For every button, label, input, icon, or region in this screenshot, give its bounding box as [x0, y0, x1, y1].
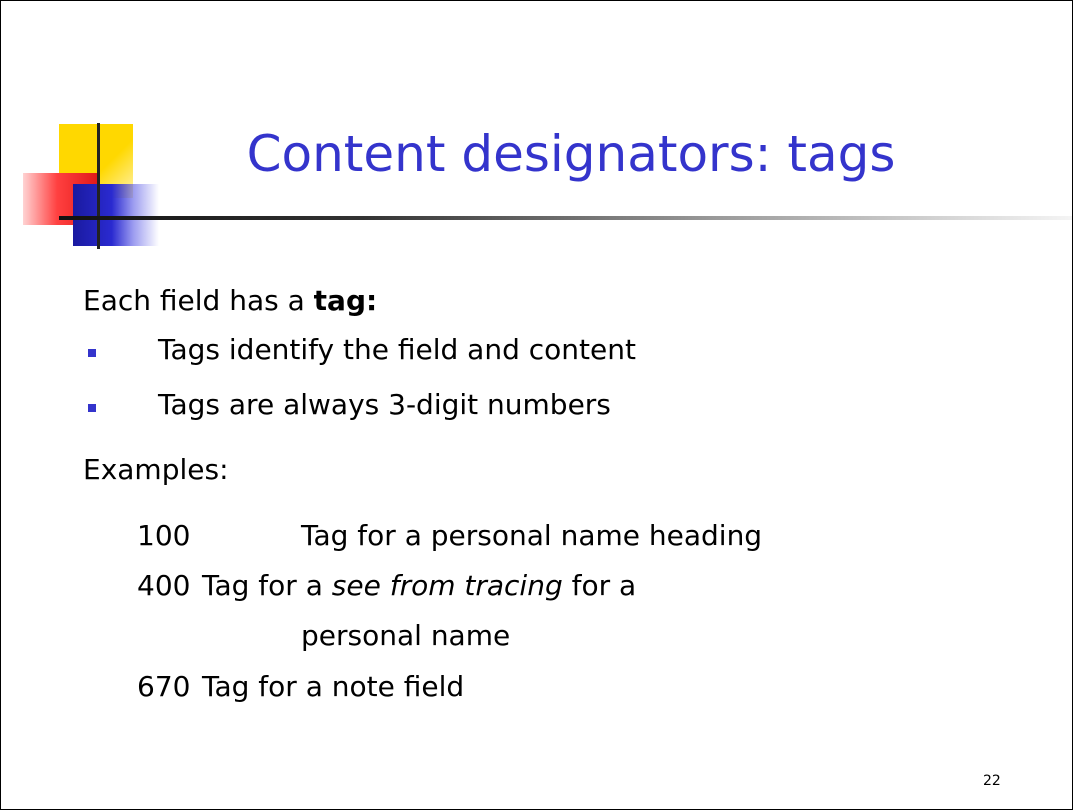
example-description-continued: personal name: [301, 619, 511, 652]
example-description: Tag for a note field: [202, 670, 465, 703]
logo-blue-square: [73, 184, 159, 246]
bullet-text: Tags identify the field and content: [158, 333, 636, 366]
title-underline: [59, 216, 1072, 220]
bullet-square-icon: [88, 349, 96, 357]
examples-label: Examples:: [83, 453, 229, 486]
example-desc-part: Tag for a: [202, 569, 332, 602]
lead-text: Each field has a tag:: [83, 284, 377, 318]
bullet-square-icon: [88, 404, 96, 412]
lead-bold: tag:: [313, 284, 378, 317]
example-tag: 670: [137, 670, 191, 703]
example-desc-italic: see from tracing: [331, 569, 563, 602]
example-description: Tag for a personal name heading: [301, 519, 763, 552]
page-number: 22: [983, 773, 1001, 789]
bullet-text: Tags are always 3-digit numbers: [158, 388, 611, 421]
lead-prefix: Each field has a: [83, 284, 314, 317]
example-description: Tag for a see from tracing for a: [202, 569, 636, 603]
example-tag: 100: [137, 519, 191, 552]
slide-title: Content designators: tags: [246, 125, 896, 183]
example-desc-part: for a: [562, 569, 637, 602]
example-tag: 400: [137, 569, 191, 602]
slide: Content designators: tags Each field has…: [0, 0, 1073, 810]
